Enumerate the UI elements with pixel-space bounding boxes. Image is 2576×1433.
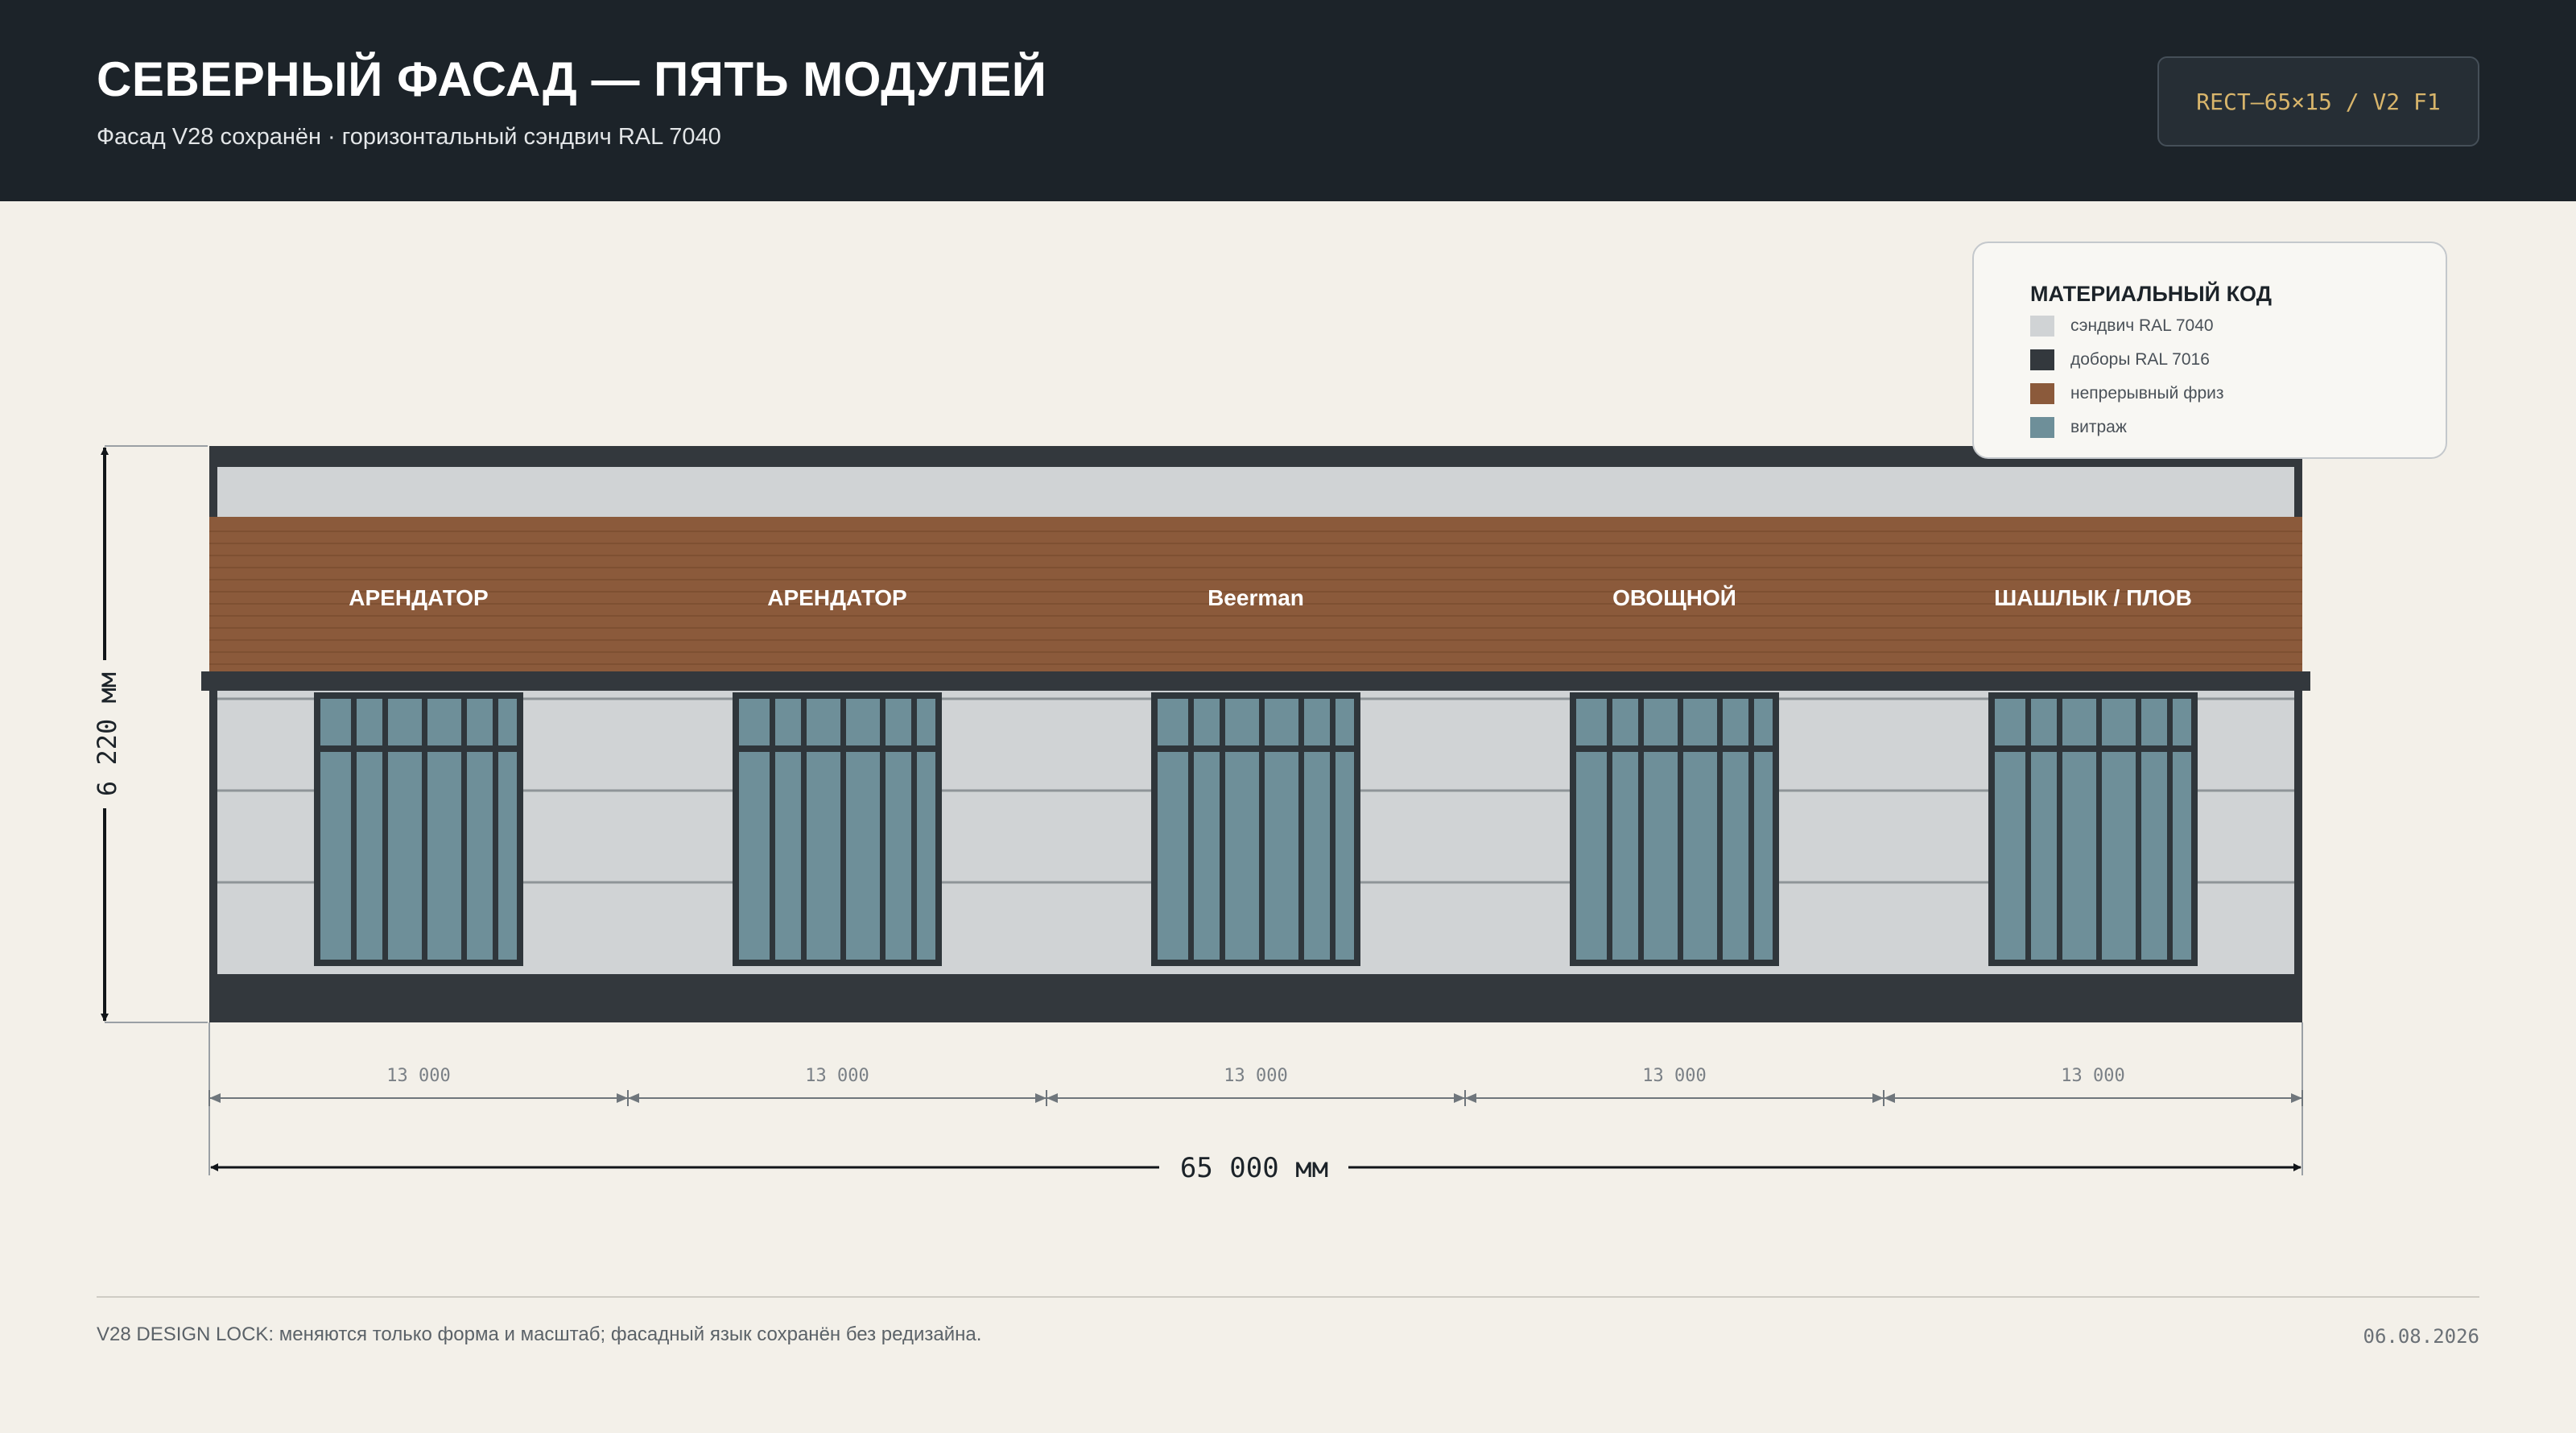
module-dimension-arrow [1872,1093,1884,1103]
canopy-band [201,671,2310,691]
plinth [209,974,2302,1022]
legend-label: сэндвич RAL 7040 [2070,316,2214,335]
legend-label: витраж [2070,418,2127,436]
module-dimension-arrow [1046,1093,1058,1103]
tenant-sign: АРЕНДАТОР [349,585,488,610]
window-mullion [1748,699,1754,960]
module-dimension-arrow [1884,1093,1895,1103]
shopfront-glass [1995,699,2191,960]
tenant-sign: ОВОЩНОЙ [1612,584,1736,610]
window-mullion [911,699,917,960]
legend-label: непрерывный фриз [2070,384,2224,403]
parapet-sandwich [217,467,2294,517]
window-mullion [351,699,357,960]
window-mullion [1638,699,1644,960]
legend-swatch [2030,349,2054,370]
module-width-label: 13 000 [1642,1066,1706,1086]
window-transom [320,745,517,752]
height-dimension-label: 6 220 мм [92,672,122,796]
window-mullion [1607,699,1612,960]
module-dimension-arrow [617,1093,628,1103]
legend-title: МАТЕРИАЛЬНЫЙ КОД [2030,282,2272,306]
window-mullion [1298,699,1304,960]
footer-note: V28 DESIGN LOCK: меняются только форма и… [97,1324,982,1345]
window-mullion [493,699,498,960]
shopfront-glass [1576,699,1773,960]
module-width-label: 13 000 [2061,1066,2124,1086]
module-width-label: 13 000 [1224,1066,1287,1086]
window-mullion [1220,699,1225,960]
module-dimension-arrow [1465,1093,1476,1103]
window-mullion [840,699,846,960]
legend-item-glass: витраж [2030,415,2127,440]
total-width-label: 65 000 мм [1180,1152,1328,1184]
shopfront-glass [1158,699,1354,960]
window-transom [1576,745,1773,752]
window-mullion [2136,699,2141,960]
window-mullion [1188,699,1194,960]
footer-divider [97,1296,2479,1298]
module-dimension-arrow [1454,1093,1465,1103]
window-mullion [382,699,388,960]
window-mullion [880,699,886,960]
legend-swatch [2030,383,2054,404]
window-mullion [2057,699,2062,960]
window-mullion [2025,699,2031,960]
legend-item-sandwich: сэндвич RAL 7040 [2030,314,2214,338]
legend-swatch [2030,417,2054,438]
module-width-label: 13 000 [386,1066,450,1086]
window-mullion [801,699,807,960]
module-dimension-arrow [1035,1093,1046,1103]
window-mullion [1678,699,1683,960]
module-dimension-arrow [628,1093,639,1103]
window-mullion [2096,699,2102,960]
window-mullion [1330,699,1335,960]
module-dimension-arrow [2291,1093,2302,1103]
window-mullion [461,699,467,960]
shopfront-glass [320,699,517,960]
module-dimension-arrow [209,1093,221,1103]
tenant-sign: Beerman [1208,585,1304,610]
tenant-sign: ШАШЛЫК / ПЛОВ [1994,585,2192,610]
legend-swatch [2030,316,2054,337]
window-mullion [2167,699,2173,960]
facade-drawing: АРЕНДАТОР АРЕНДАТОР Beerman ОВОЩНОЙ ШАШЛЫК /… [92,445,2310,1184]
window-mullion [1717,699,1723,960]
module-width-label: 13 000 [805,1066,869,1086]
legend-label: доборы RAL 7016 [2070,350,2210,369]
window-transom [739,745,935,752]
tenant-sign: АРЕНДАТОР [767,585,906,610]
legend-item-trim: доборы RAL 7016 [2030,348,2210,372]
material-legend: МАТЕРИАЛЬНЫЙ КОД сэндвич RAL 7040 доборы… [1972,242,2447,459]
window-transom [1158,745,1354,752]
window-mullion [1259,699,1265,960]
footer-date: 06.08.2026 [2363,1325,2480,1348]
legend-item-frieze: непрерывный фриз [2030,382,2224,406]
window-mullion [422,699,427,960]
shopfront-glass [739,699,935,960]
window-transom [1995,745,2191,752]
window-mullion [770,699,775,960]
